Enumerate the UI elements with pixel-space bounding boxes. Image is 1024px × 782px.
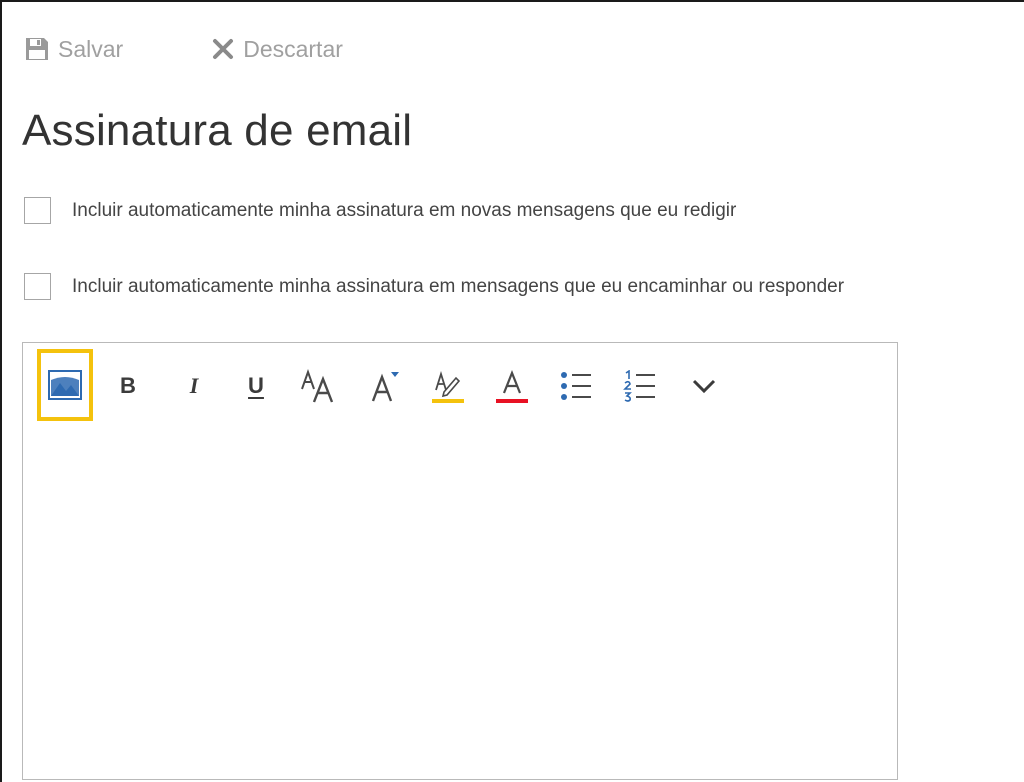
chevron-down-icon [692,379,716,394]
option-forward-reply: Incluir automaticamente minha assinatura… [24,273,844,300]
save-button[interactable]: Salvar [24,36,123,63]
command-bar: Salvar Descartar [24,32,343,66]
option-new-messages-label: Incluir automaticamente minha assinatura… [72,199,737,221]
discard-button-label: Descartar [243,35,343,62]
numbered-list-button[interactable] [615,363,665,409]
font-size-icon [301,369,334,403]
bold-button[interactable]: B [103,363,153,409]
checkbox-new-messages[interactable] [24,197,51,224]
underline-icon: U [248,373,264,398]
checkbox-forward-reply[interactable] [24,273,51,300]
format-toolbar: B I U [23,343,897,423]
bulleted-list-button[interactable] [551,363,601,409]
font-color-icon [496,370,528,403]
discard-button[interactable]: Descartar [211,36,343,63]
close-icon [213,39,234,59]
font-color-button[interactable] [487,363,537,409]
highlight-button[interactable] [423,363,473,409]
option-forward-reply-label: Incluir automaticamente minha assinatura… [72,275,845,297]
signature-editor: B I U [22,342,898,780]
underline-button[interactable]: U [231,363,281,409]
bold-icon: B [120,373,136,398]
page-title: Assinatura de email [22,106,413,155]
numbered-list-icon [623,370,655,402]
signature-body[interactable] [23,423,897,779]
superscript-button[interactable] [359,363,409,409]
superscript-icon [371,372,399,402]
italic-icon: I [189,373,199,398]
font-size-button[interactable] [293,363,343,409]
save-icon [26,38,48,60]
italic-button[interactable]: I [169,363,219,409]
window-frame: Salvar Descartar Assinatura de email Inc… [0,0,1024,782]
highlight-icon [432,370,464,403]
insert-image-icon [48,370,82,400]
bulleted-list-icon [561,372,591,400]
option-new-messages: Incluir automaticamente minha assinatura… [24,197,736,224]
insert-image-button[interactable] [37,349,93,421]
save-button-label: Salvar [58,35,124,62]
more-options-button[interactable] [679,363,729,409]
